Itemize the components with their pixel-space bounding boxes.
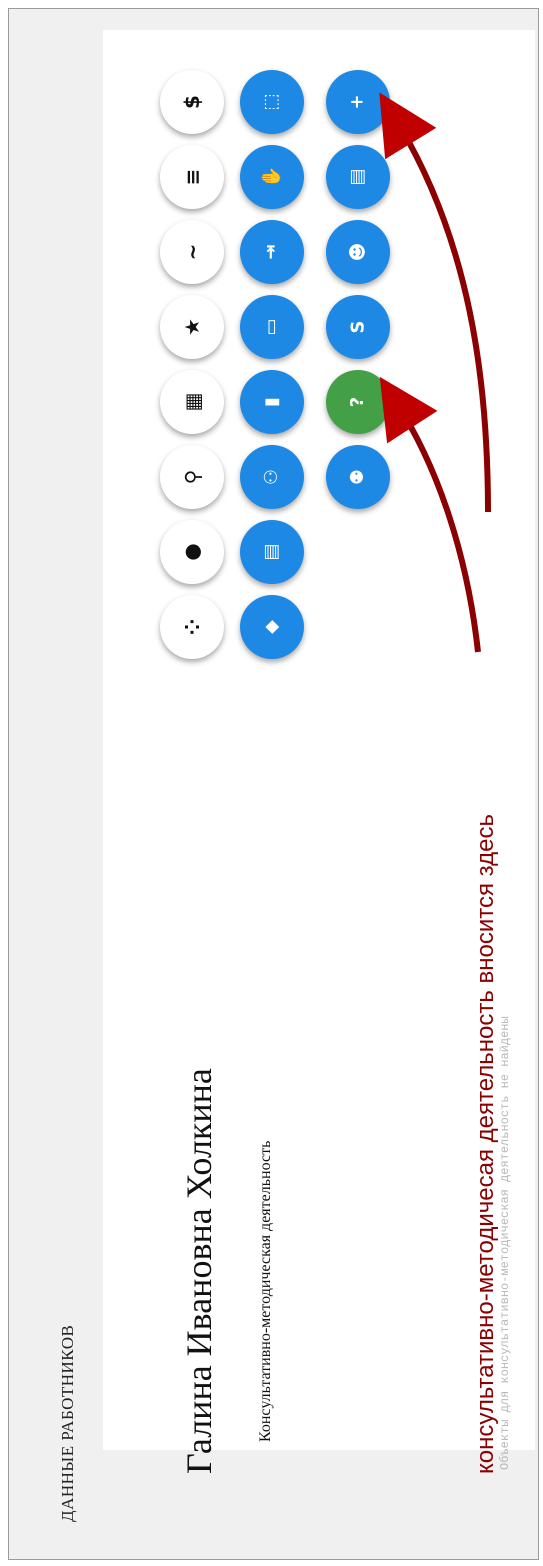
arrow-to-plus-button xyxy=(379,92,491,513)
annotation-arrows xyxy=(379,92,491,653)
arrow-to-question-button xyxy=(379,376,481,653)
